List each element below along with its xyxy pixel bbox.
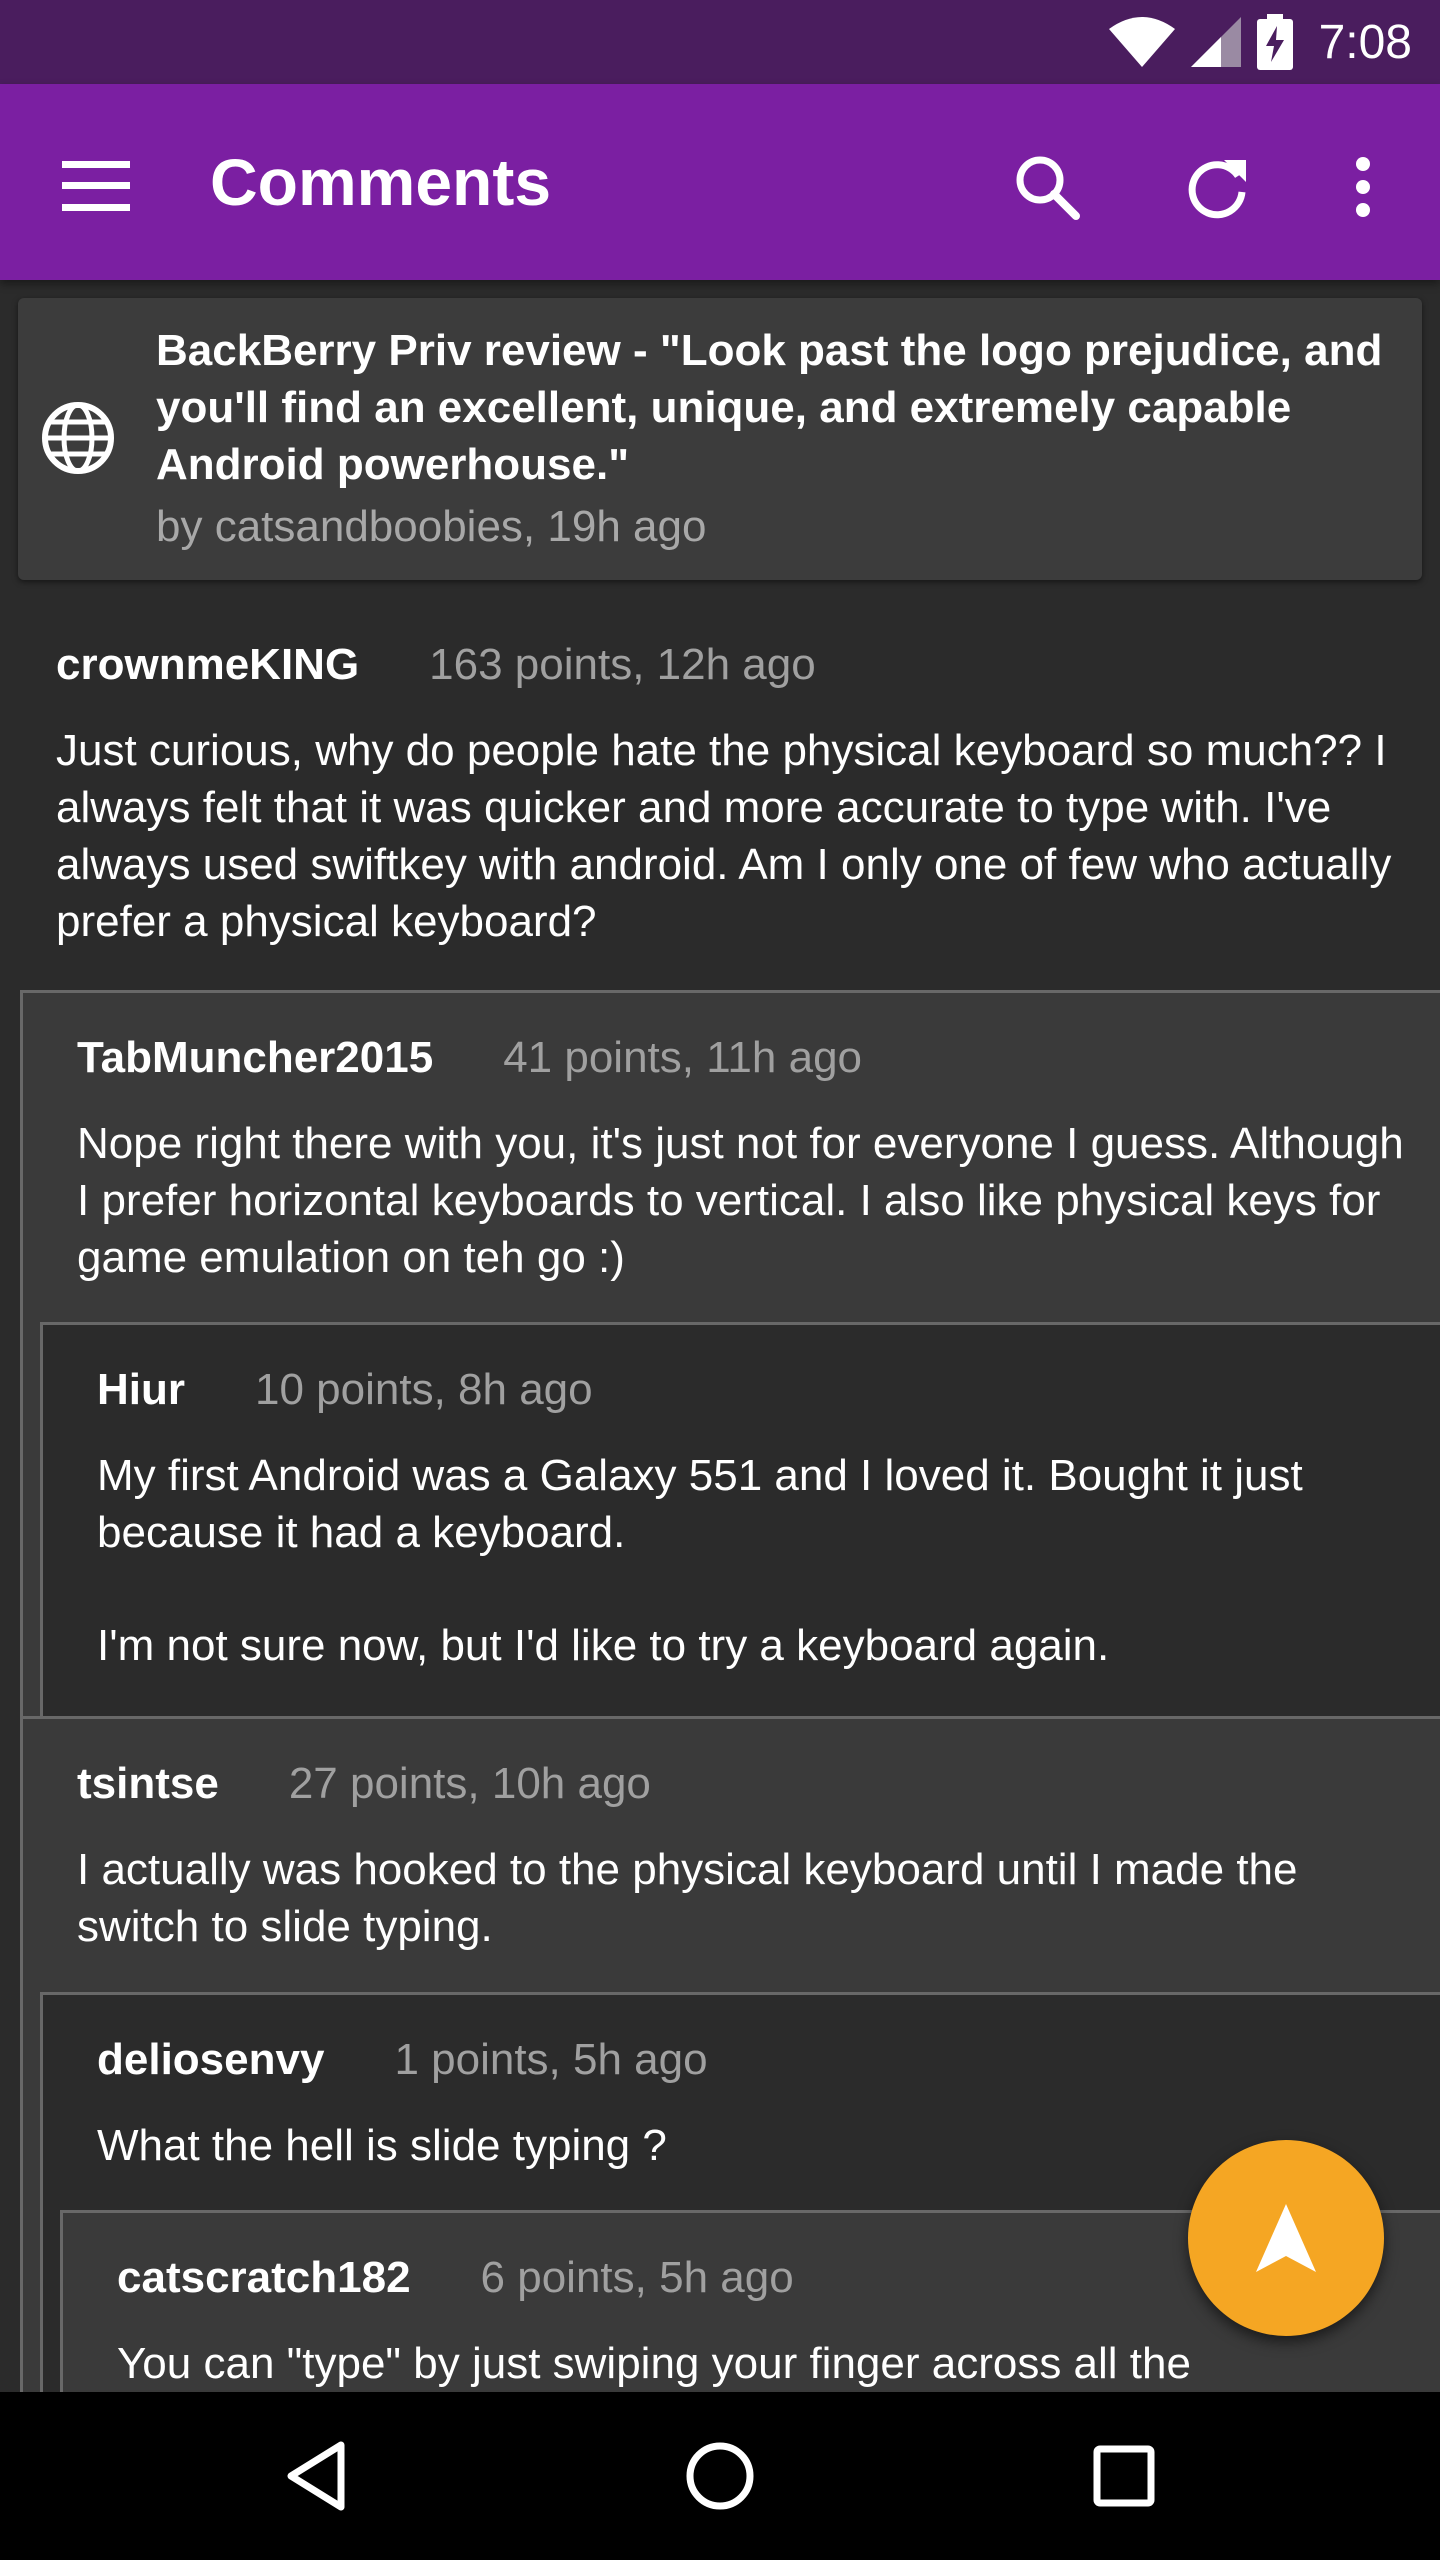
search-icon[interactable]	[1002, 142, 1092, 232]
comment-author[interactable]: tsintse	[77, 1759, 219, 1809]
post-title[interactable]: BackBerry Priv review - "Look past the l…	[156, 322, 1396, 493]
comment-author[interactable]: crownmeKING	[56, 640, 359, 690]
comment-author[interactable]: catscratch182	[117, 2253, 411, 2303]
comment-meta: 1 points, 5h ago	[394, 2035, 708, 2084]
wifi-icon	[1108, 17, 1175, 67]
comment-author[interactable]: Hiur	[97, 1365, 185, 1415]
home-icon[interactable]	[670, 2426, 770, 2526]
back-icon[interactable]	[266, 2426, 366, 2526]
battery-charging-icon	[1256, 14, 1293, 70]
comment-body-paragraph: I'm not sure now, but I'd like to try a …	[97, 1621, 1110, 1670]
cell-signal-icon	[1190, 17, 1241, 67]
navigation-arrow-icon	[1256, 2204, 1316, 2272]
comment-list: crownmeKING 163 points, 12h ago Just cur…	[0, 600, 1440, 2392]
recents-icon[interactable]	[1074, 2426, 1174, 2526]
app-bar: Comments	[0, 84, 1440, 280]
status-bar: 7:08	[0, 0, 1440, 84]
comment-meta: 41 points, 11h ago	[503, 1033, 863, 1082]
comment-body: Nope right there with you, it's just not…	[77, 1119, 1404, 1282]
hamburger-menu-icon[interactable]	[58, 148, 134, 224]
more-vert-icon[interactable]	[1318, 142, 1408, 232]
status-time: 7:08	[1318, 15, 1412, 69]
comment-meta: 6 points, 5h ago	[480, 2253, 794, 2302]
comment-body: My first Android was a Galaxy 551 and I …	[97, 1451, 1303, 1557]
refresh-icon[interactable]	[1172, 142, 1262, 232]
comment-item[interactable]: crownmeKING 163 points, 12h ago Just cur…	[0, 600, 1440, 990]
comment-body: I actually was hooked to the physical ke…	[77, 1845, 1298, 1951]
post-meta: by catsandboobies, 19h ago	[156, 502, 707, 551]
comment-body: Just curious, why do people hate the phy…	[56, 726, 1392, 946]
comment-meta: 163 points, 12h ago	[429, 640, 816, 689]
page-title: Comments	[210, 145, 552, 219]
comment-author[interactable]: TabMuncher2015	[77, 1033, 433, 1083]
comment-meta: 27 points, 10h ago	[288, 1759, 651, 1808]
globe-icon	[42, 402, 114, 474]
navigation-fab-button[interactable]	[1188, 2140, 1384, 2336]
comment-body: You can "type" by just swiping your fing…	[117, 2339, 1191, 2388]
post-header-card[interactable]: BackBerry Priv review - "Look past the l…	[18, 298, 1422, 580]
comment-item[interactable]: Hiur 10 points, 8h ago My first Android …	[40, 1322, 1440, 1716]
system-nav-bar	[0, 2392, 1440, 2560]
comment-author[interactable]: deliosenvy	[97, 2035, 324, 2085]
comment-meta: 10 points, 8h ago	[255, 1365, 593, 1414]
